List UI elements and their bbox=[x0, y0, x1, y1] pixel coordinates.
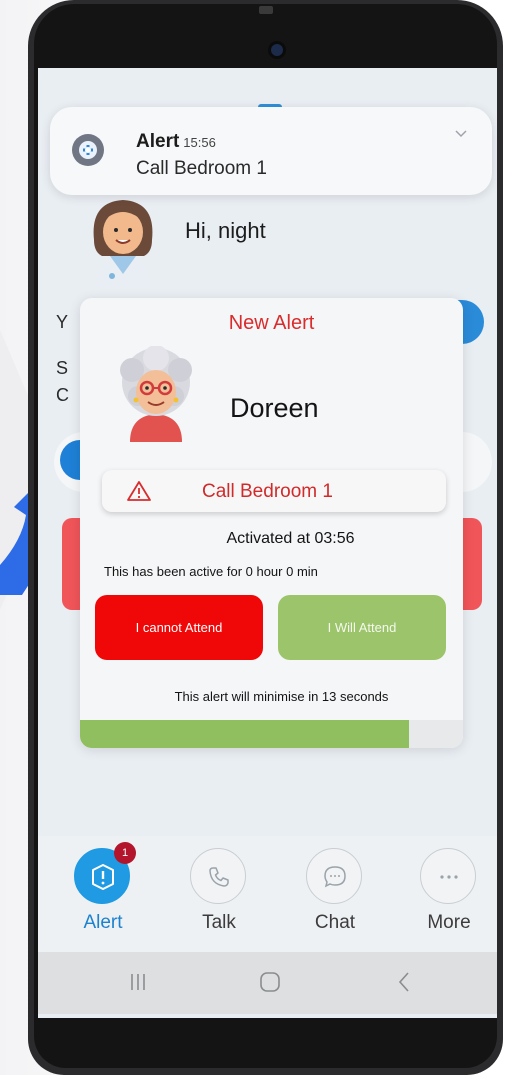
nav-item-more[interactable]: More bbox=[404, 848, 494, 948]
background-text: S bbox=[56, 358, 69, 378]
nav-label: More bbox=[427, 912, 471, 933]
cannot-attend-button[interactable]: I cannot Attend bbox=[95, 595, 263, 660]
chat-icon bbox=[324, 866, 346, 888]
bottom-navigation: 1 Alert Talk Chat More bbox=[38, 836, 497, 952]
alert-notification[interactable]: Alert 15:56 Call Bedroom 1 bbox=[50, 107, 492, 195]
alert-icon bbox=[92, 864, 114, 890]
minimise-countdown: This alert will minimise in 13 seconds bbox=[174, 689, 389, 704]
resident-avatar bbox=[110, 345, 202, 442]
alert-type-banner: Call Bedroom 1 bbox=[102, 470, 446, 512]
nav-item-talk[interactable]: Talk bbox=[174, 848, 264, 948]
more-icon bbox=[440, 875, 458, 879]
greeting-text: Hi, night bbox=[185, 218, 266, 243]
notification-title: Alert 15:56 bbox=[136, 131, 216, 153]
nav-item-alert[interactable]: 1 Alert bbox=[58, 842, 148, 948]
home-icon[interactable] bbox=[258, 970, 282, 994]
recent-apps-icon[interactable] bbox=[128, 970, 148, 994]
system-navigation-bar bbox=[38, 952, 497, 1014]
notification-badge: 1 bbox=[114, 842, 136, 864]
phone-speaker bbox=[259, 6, 273, 14]
nav-label: Talk bbox=[202, 912, 236, 933]
notification-message: Call Bedroom 1 bbox=[136, 158, 267, 179]
will-attend-button[interactable]: I Will Attend bbox=[278, 595, 446, 660]
background-text: Y bbox=[56, 312, 69, 332]
chevron-down-icon[interactable] bbox=[454, 129, 468, 139]
front-camera bbox=[271, 44, 283, 56]
activated-time: Activated at 03:56 bbox=[226, 530, 355, 547]
alert-type-text: Call Bedroom 1 bbox=[202, 481, 333, 502]
background-text: C bbox=[56, 385, 69, 405]
nurse-avatar bbox=[80, 196, 166, 288]
back-icon[interactable] bbox=[394, 970, 414, 994]
nav-more-circle bbox=[420, 848, 476, 904]
notification-time: 15:56 bbox=[183, 135, 216, 150]
notification-app-name: Alert bbox=[136, 131, 180, 152]
nav-label: Chat bbox=[314, 912, 356, 933]
nav-item-chat[interactable]: Chat bbox=[290, 848, 380, 948]
nav-chat-circle bbox=[306, 848, 362, 904]
phone-icon bbox=[209, 867, 229, 887]
nav-talk-circle bbox=[190, 848, 246, 904]
resident-name: Doreen bbox=[230, 393, 319, 423]
new-alert-dialog: New Alert Doreen Call Bedroom 1 Activate… bbox=[80, 298, 463, 748]
app-logo-icon bbox=[72, 134, 104, 166]
nav-label: Alert bbox=[83, 912, 123, 933]
dialog-title: New Alert bbox=[228, 312, 315, 334]
countdown-progress-fill bbox=[80, 720, 410, 748]
status-bar bbox=[38, 68, 497, 88]
countdown-progress-bar bbox=[80, 720, 463, 748]
active-duration: This has been active for 0 hour 0 min bbox=[104, 564, 318, 579]
warning-icon bbox=[127, 481, 151, 501]
